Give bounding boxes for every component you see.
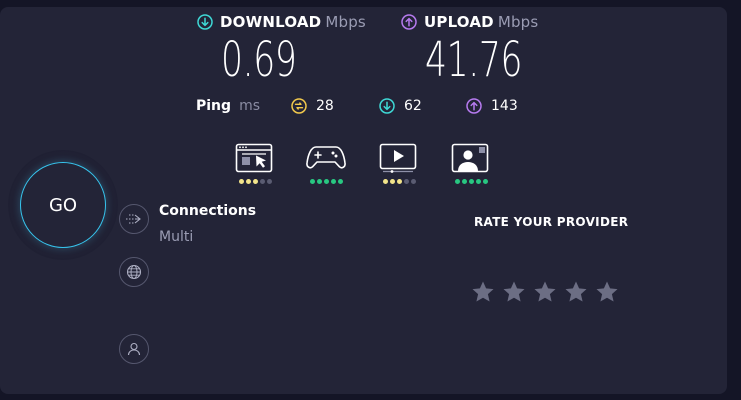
connections-value[interactable]: Multi: [159, 229, 193, 245]
connections-icon: [126, 214, 141, 224]
activity-gaming[interactable]: [306, 143, 346, 184]
server-button[interactable]: [119, 257, 149, 287]
download-unit: Mbps: [325, 13, 366, 31]
activity-video-call[interactable]: [451, 143, 491, 184]
download-value: 0.69: [221, 32, 297, 88]
upload-icon: [401, 14, 417, 30]
ping-label: Ping: [196, 98, 232, 114]
browsing-rating: [235, 179, 275, 184]
account-button[interactable]: [119, 334, 149, 364]
rating-dot: [382, 179, 388, 184]
ping-unit: ms: [239, 98, 260, 114]
rating-dot: [238, 179, 244, 184]
ping-down-value: 62: [404, 98, 422, 114]
activity-browsing[interactable]: [235, 143, 275, 184]
gaming-rating: [306, 179, 346, 184]
ping-up-value: 143: [491, 98, 518, 114]
download-header: DOWNLOAD Mbps: [197, 13, 366, 31]
ping-idle-value: 28: [316, 98, 334, 114]
video-call-icon: [451, 143, 489, 173]
rating-stars: [471, 280, 619, 304]
streaming-icon: [379, 143, 417, 173]
rating-dot: [454, 179, 460, 184]
upload-unit: Mbps: [497, 13, 539, 31]
browsing-icon: [235, 143, 273, 173]
user-icon: [127, 342, 141, 356]
rating-dot: [309, 179, 315, 184]
star-icon[interactable]: [595, 280, 619, 304]
rating-dot: [323, 179, 329, 184]
download-label: DOWNLOAD: [220, 13, 322, 31]
ping-down: 62: [379, 98, 422, 114]
rating-dot: [403, 179, 409, 184]
star-icon[interactable]: [471, 280, 495, 304]
connections-toggle[interactable]: [119, 204, 149, 234]
download-latency-icon: [379, 98, 395, 114]
rating-dot: [330, 179, 336, 184]
rating-dot: [410, 179, 416, 184]
rating-dot: [252, 179, 258, 184]
ping-idle: 28: [291, 98, 334, 114]
rating-dot: [468, 179, 474, 184]
upload-value: 41.76: [425, 32, 523, 88]
rating-dot: [461, 179, 467, 184]
go-button[interactable]: GO: [20, 162, 106, 248]
rating-dot: [259, 179, 265, 184]
rating-dot: [316, 179, 322, 184]
globe-icon: [126, 264, 142, 280]
gaming-icon: [306, 146, 346, 169]
activity-streaming[interactable]: [379, 143, 419, 184]
upload-latency-icon: [466, 98, 482, 114]
upload-header: UPLOAD Mbps: [401, 13, 538, 31]
rating-dot: [266, 179, 272, 184]
video-call-rating: [451, 179, 491, 184]
download-icon: [197, 14, 213, 30]
rate-provider-label: RATE YOUR PROVIDER: [474, 215, 629, 229]
rating-dot: [482, 179, 488, 184]
star-icon[interactable]: [533, 280, 557, 304]
connections-title: Connections: [159, 203, 257, 219]
streaming-rating: [379, 179, 419, 184]
star-icon[interactable]: [564, 280, 588, 304]
rating-dot: [396, 179, 402, 184]
idle-latency-icon: [291, 98, 307, 114]
rating-dot: [245, 179, 251, 184]
upload-label: UPLOAD: [424, 13, 494, 31]
star-icon[interactable]: [502, 280, 526, 304]
ping-row: Ping ms 28 62 143: [196, 98, 518, 114]
ping-up: 143: [466, 98, 518, 114]
rating-dot: [337, 179, 343, 184]
rating-dot: [389, 179, 395, 184]
rating-dot: [475, 179, 481, 184]
